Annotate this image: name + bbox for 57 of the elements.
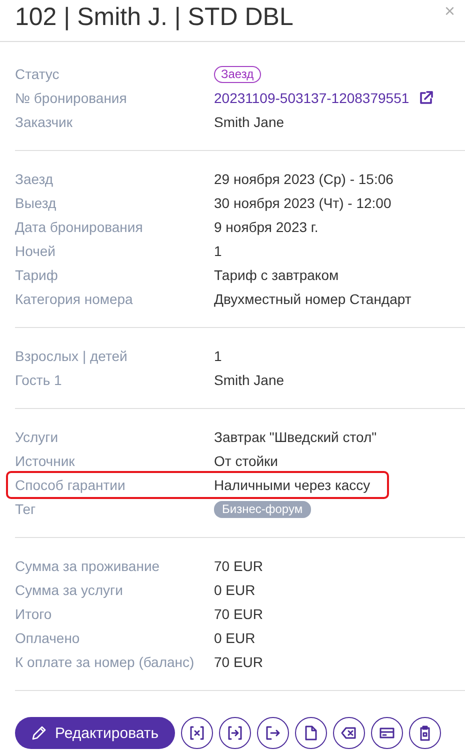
field-value: От стойки <box>214 453 278 469</box>
card-button[interactable] <box>370 717 403 749</box>
checkout-button[interactable] <box>256 717 289 749</box>
checkin-button[interactable] <box>218 717 251 749</box>
field-label: Сумма за услуги <box>15 581 124 599</box>
field-label: Способ гарантии <box>15 476 126 494</box>
field-label: Выезд <box>15 194 58 212</box>
field-label: Оплачено <box>15 629 81 647</box>
field-label: Тариф <box>15 266 59 284</box>
field-value: 70 EUR <box>214 606 264 622</box>
exit-icon <box>264 725 281 741</box>
field-label: К оплате за номер (баланс) <box>15 653 196 671</box>
status-badge: Заезд <box>214 66 261 82</box>
field-label: Ночей <box>15 242 56 260</box>
field-value: Smith Jane <box>214 372 284 388</box>
field-value: 70 EUR <box>214 654 264 670</box>
field-label: Взрослых | детей <box>15 347 128 365</box>
edit-button[interactable]: Редактировать <box>15 717 175 749</box>
delete-button[interactable] <box>332 717 365 749</box>
field-label: Статус <box>15 65 60 83</box>
field-label: Гость 1 <box>15 371 63 389</box>
field-value: Двухместный номер Стандарт <box>214 291 412 307</box>
field-value: Smith Jane <box>214 114 284 130</box>
field-label: Заезд <box>15 170 54 188</box>
external-link-icon[interactable] <box>419 91 434 105</box>
field-label: Заказчик <box>15 113 74 131</box>
field-label: Итого <box>15 605 53 623</box>
field-value: 30 ноября 2023 (Чт) - 12:00 <box>214 195 392 211</box>
document-button[interactable] <box>294 717 327 749</box>
field-label: Источник <box>15 452 76 470</box>
field-label: Услуги <box>15 428 60 446</box>
field-label: Категория номера <box>15 290 134 308</box>
booking-link[interactable]: 20231109-503137-1208379551 <box>214 90 410 106</box>
field-value: 1 <box>214 348 222 364</box>
field-value: 0 EUR <box>214 582 256 598</box>
card-icon <box>378 725 395 741</box>
field-label: Сумма за проживание <box>15 557 161 575</box>
field-label: № бронирования <box>15 89 128 107</box>
clipboard-button[interactable] <box>408 717 441 749</box>
field-value: 9 ноября 2023 г. <box>214 219 318 235</box>
document-icon <box>302 725 319 741</box>
field-value: 0 EUR <box>214 630 256 646</box>
cancel-button[interactable] <box>180 717 213 749</box>
field-value: Тариф с завтраком <box>214 267 339 283</box>
backspace-icon <box>340 725 357 741</box>
field-label: Тег <box>15 500 37 518</box>
pencil-icon <box>31 725 47 741</box>
field-value: 29 ноября 2023 (Ср) - 15:06 <box>214 171 394 187</box>
field-value: Наличными через кассу <box>214 477 370 493</box>
field-value: Завтрак "Шведский стол" <box>214 429 377 445</box>
bracket-x-icon <box>188 725 205 741</box>
arrow-in-icon <box>226 725 243 741</box>
window-title: 102 | Smith J. | STD DBL <box>15 3 294 32</box>
field-label: Дата бронирования <box>15 218 144 236</box>
tag-badge: Бизнес-форум <box>214 500 311 518</box>
field-value: 70 EUR <box>214 558 264 574</box>
field-value: 1 <box>214 243 222 259</box>
